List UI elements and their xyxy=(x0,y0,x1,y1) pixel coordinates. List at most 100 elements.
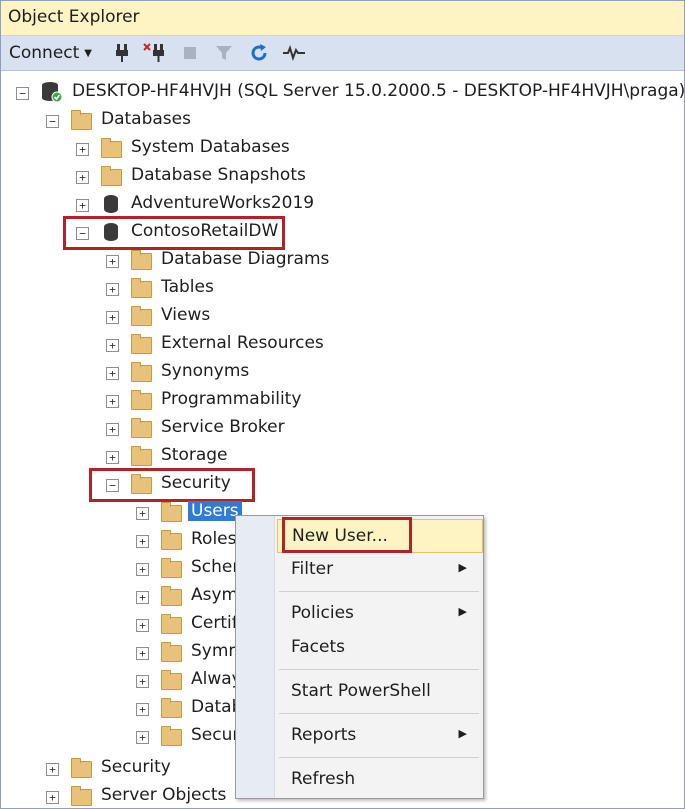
toolbar: Connect ▼ xyxy=(1,36,684,71)
node-label: Secur xyxy=(191,725,240,745)
expand-icon[interactable]: + xyxy=(106,367,119,380)
submenu-arrow-icon: ▶ xyxy=(458,561,467,574)
expand-icon[interactable]: + xyxy=(136,563,149,576)
folder-icon xyxy=(131,250,152,270)
expand-icon[interactable]: + xyxy=(106,283,119,296)
folder-icon xyxy=(71,110,92,130)
node-label: Certif xyxy=(191,613,238,633)
expand-icon[interactable]: + xyxy=(136,535,149,548)
databases-label: Databases xyxy=(101,109,191,129)
folder-icon xyxy=(131,278,152,298)
activity-monitor-icon[interactable] xyxy=(279,36,309,70)
menu-item-label: Facets xyxy=(291,637,345,657)
connect-button[interactable]: Connect ▼ xyxy=(9,36,92,70)
expand-icon[interactable]: + xyxy=(106,339,119,352)
expand-icon[interactable]: + xyxy=(76,199,89,212)
submenu-arrow-icon: ▶ xyxy=(458,605,467,618)
menu-item-label: Start PowerShell xyxy=(291,681,431,701)
expand-icon[interactable]: + xyxy=(46,791,59,804)
node-label: Security xyxy=(101,757,171,777)
folder-icon xyxy=(131,446,152,466)
folder-icon xyxy=(161,726,182,746)
folder-icon xyxy=(131,418,152,438)
context-menu: New User... Filter ▶ Policies ▶ Facets S… xyxy=(235,515,484,799)
folder-icon xyxy=(131,390,152,410)
menu-item-label: Reports xyxy=(291,725,357,745)
expand-icon[interactable]: + xyxy=(106,311,119,324)
title-bar: Object Explorer xyxy=(1,1,684,36)
node-label: Database Diagrams xyxy=(161,249,330,269)
node-label-selected: Users xyxy=(188,501,242,521)
highlight-box-contoso xyxy=(63,216,285,250)
refresh-icon[interactable] xyxy=(246,36,272,70)
highlight-box-new-user xyxy=(282,517,412,553)
node-label: Database Snapshots xyxy=(131,165,306,185)
folder-icon xyxy=(131,306,152,326)
folder-icon xyxy=(161,670,182,690)
node-label: Roles xyxy=(191,529,237,549)
menu-icon-gutter xyxy=(236,516,275,798)
expand-icon[interactable]: + xyxy=(136,591,149,604)
filter-icon[interactable] xyxy=(211,36,237,70)
expand-icon[interactable]: + xyxy=(76,171,89,184)
collapse-icon[interactable]: − xyxy=(46,115,59,128)
node-label: Asym xyxy=(191,585,239,605)
server-label: DESKTOP-HF4HVJH (SQL Server 15.0.2000.5 … xyxy=(72,81,685,101)
menu-item-facets[interactable]: Facets xyxy=(277,631,481,663)
folder-icon xyxy=(161,530,182,550)
expand-icon[interactable]: + xyxy=(106,395,119,408)
server-icon xyxy=(41,81,63,107)
folder-icon xyxy=(71,758,92,778)
expand-icon[interactable]: + xyxy=(136,507,149,520)
node-label: External Resources xyxy=(161,333,324,353)
menu-separator xyxy=(279,591,479,592)
node-label: AdventureWorks2019 xyxy=(131,193,315,213)
connect-label: Connect xyxy=(9,43,80,63)
node-label: Storage xyxy=(161,445,228,465)
folder-icon xyxy=(161,502,182,522)
folder-icon xyxy=(131,334,152,354)
expand-icon[interactable]: + xyxy=(136,619,149,632)
menu-item-refresh[interactable]: Refresh xyxy=(277,763,481,795)
folder-icon xyxy=(161,614,182,634)
node-label: Programmability xyxy=(161,389,302,409)
chevron-down-icon: ▼ xyxy=(84,47,92,59)
folder-icon xyxy=(161,698,182,718)
collapse-icon[interactable]: − xyxy=(16,87,29,100)
menu-item-start-powershell[interactable]: Start PowerShell xyxy=(277,675,481,707)
menu-item-label: Filter xyxy=(291,559,334,579)
folder-icon xyxy=(161,586,182,606)
stop-icon[interactable] xyxy=(179,36,201,70)
object-explorer-panel: Object Explorer Connect ▼ − DESKTOP-HF4H… xyxy=(0,0,685,809)
node-label: Scher xyxy=(191,557,240,577)
node-label: System Databases xyxy=(131,137,290,157)
node-label: Server Objects xyxy=(101,785,227,805)
menu-separator xyxy=(279,757,479,758)
folder-icon xyxy=(161,642,182,662)
expand-icon[interactable]: + xyxy=(106,423,119,436)
expand-icon[interactable]: + xyxy=(76,143,89,156)
node-label: Tables xyxy=(161,277,214,297)
expand-icon[interactable]: + xyxy=(46,763,59,776)
expand-icon[interactable]: + xyxy=(136,647,149,660)
folder-icon xyxy=(71,786,92,806)
folder-icon xyxy=(101,138,122,158)
expand-icon[interactable]: + xyxy=(136,703,149,716)
menu-separator xyxy=(279,713,479,714)
folder-icon xyxy=(101,166,122,186)
expand-icon[interactable]: + xyxy=(136,731,149,744)
database-icon xyxy=(104,195,118,213)
expand-icon[interactable]: + xyxy=(106,255,119,268)
menu-item-label: Policies xyxy=(291,603,354,623)
node-label: Service Broker xyxy=(161,417,285,437)
expand-icon[interactable]: + xyxy=(106,451,119,464)
menu-item-filter[interactable]: Filter ▶ xyxy=(277,553,481,585)
disconnect-plug-icon[interactable] xyxy=(141,36,169,70)
menu-item-policies[interactable]: Policies ▶ xyxy=(277,597,481,629)
node-label: Synonyms xyxy=(161,361,250,381)
connect-plug-icon[interactable] xyxy=(109,36,135,70)
highlight-box-security xyxy=(89,468,255,502)
expand-icon[interactable]: + xyxy=(136,675,149,688)
submenu-arrow-icon: ▶ xyxy=(458,727,467,740)
menu-item-reports[interactable]: Reports ▶ xyxy=(277,719,481,751)
